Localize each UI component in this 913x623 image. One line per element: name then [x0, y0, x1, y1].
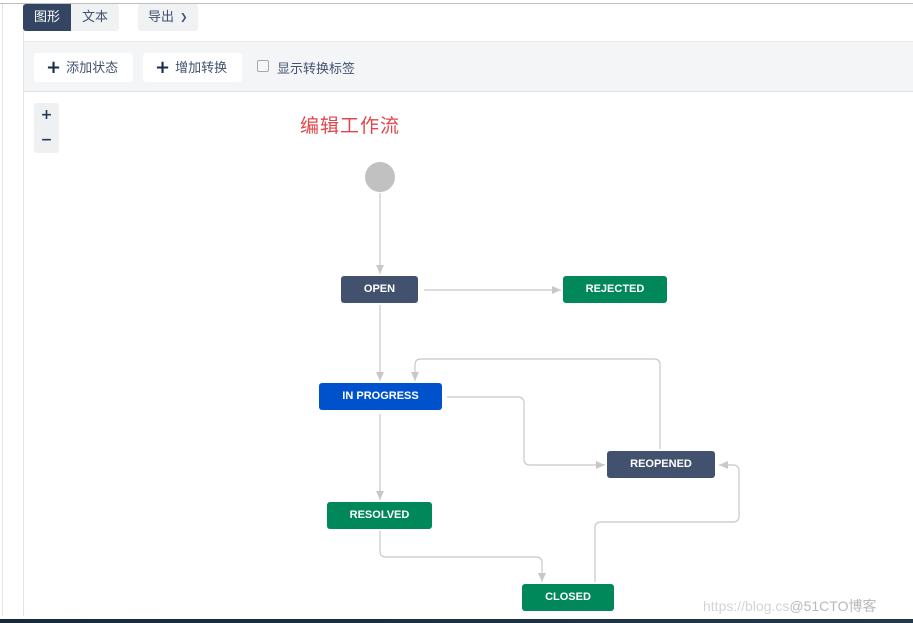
status-node-resolved[interactable]: RESOLVED	[327, 502, 432, 529]
status-node-closed[interactable]: CLOSED	[522, 584, 614, 611]
taskbar-edge	[0, 619, 913, 623]
status-node-reopened[interactable]: REOPENED	[607, 451, 715, 478]
transition-closed-to-reopened[interactable]	[594, 461, 740, 582]
transition-in-progress-to-reopened[interactable]	[447, 396, 605, 469]
transition-reopened-to-in-progress[interactable]	[411, 358, 661, 449]
transition-resolved-to-closed[interactable]	[379, 531, 546, 582]
start-node[interactable]	[365, 162, 395, 192]
watermark: https://blog.cs@51CTO博客	[703, 596, 876, 616]
workflow-diagram	[365, 162, 740, 582]
status-node-in-progress[interactable]: IN PROGRESS	[319, 383, 442, 410]
watermark-brand: @51CTO博客	[789, 598, 877, 614]
status-node-open[interactable]: OPEN	[341, 276, 418, 303]
status-node-rejected[interactable]: REJECTED	[563, 276, 667, 303]
watermark-url: https://blog.cs	[703, 598, 790, 614]
